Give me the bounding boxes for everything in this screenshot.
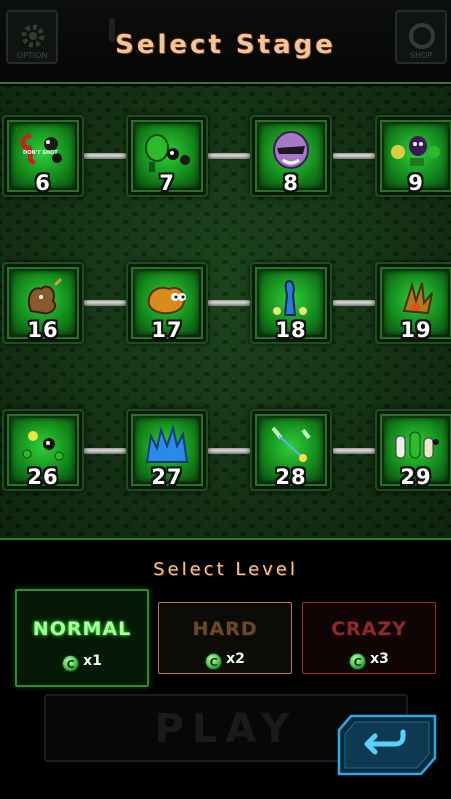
stage-number: 9 xyxy=(408,171,424,195)
shop-button[interactable]: SHOP xyxy=(395,10,447,64)
stage-connector xyxy=(208,448,250,454)
stage-art-caption: DON'T SHOT xyxy=(23,150,58,156)
back-button[interactable] xyxy=(337,714,437,776)
coin-icon: C xyxy=(349,653,367,670)
stage-tile-8[interactable]: 8 xyxy=(250,115,332,197)
coin-icon: C xyxy=(62,655,80,672)
stage-number: 27 xyxy=(151,465,183,489)
stage-connector xyxy=(333,448,375,454)
stage-number: 28 xyxy=(275,465,307,489)
difficulty-label: HARD xyxy=(192,618,258,640)
stage-connector xyxy=(208,153,250,159)
stage-tile-6[interactable]: DON'T SHOT 6 xyxy=(2,115,84,197)
coin-multiplier: Cx3 xyxy=(303,651,435,670)
stage-tile-27[interactable]: 27 xyxy=(126,409,208,491)
stage-tile-9[interactable]: 9 xyxy=(375,115,451,197)
stage-tile-18[interactable]: 18 xyxy=(250,262,332,344)
difficulty-label: NORMAL xyxy=(32,618,132,640)
page-title: Select Stage xyxy=(115,30,336,60)
select-level-panel: Select Level NORMAL Cx1 HARD Cx2 CRAZY C… xyxy=(0,542,451,799)
coin-multiplier: Cx2 xyxy=(159,651,291,670)
difficulty-crazy-button[interactable]: CRAZY Cx3 xyxy=(302,602,436,674)
stage-number: 29 xyxy=(400,465,432,489)
multiplier-value: x3 xyxy=(370,651,389,667)
coin-icon xyxy=(409,23,435,49)
stage-number: 18 xyxy=(275,318,307,342)
stage-number: 17 xyxy=(151,318,183,342)
stage-tile-28[interactable]: 28 xyxy=(250,409,332,491)
shop-label: SHOP xyxy=(409,51,433,60)
difficulty-normal-button[interactable]: NORMAL Cx1 xyxy=(15,589,149,687)
stage-number: 7 xyxy=(159,171,175,195)
stage-number: 26 xyxy=(27,465,59,489)
stage-connector xyxy=(84,153,126,159)
stage-number: 16 xyxy=(27,318,59,342)
stage-connector xyxy=(84,300,126,306)
coin-icon: C xyxy=(205,653,223,670)
difficulty-hard-button[interactable]: HARD Cx2 xyxy=(158,602,292,674)
stage-number: 19 xyxy=(400,318,432,342)
stage-tile-17[interactable]: 17 xyxy=(126,262,208,344)
coin-multiplier: Cx1 xyxy=(17,653,147,672)
stage-connector xyxy=(333,153,375,159)
stage-connector xyxy=(333,300,375,306)
stage-tile-7[interactable]: 7 xyxy=(126,115,208,197)
stage-connector xyxy=(208,300,250,306)
multiplier-value: x2 xyxy=(226,651,245,667)
multiplier-value: x1 xyxy=(83,653,102,669)
stage-tile-19[interactable]: 19 xyxy=(375,262,451,344)
return-arrow-icon xyxy=(337,714,437,776)
select-level-title: Select Level xyxy=(153,559,298,580)
top-bar: OPTION Select Stage SHOP xyxy=(0,0,451,84)
stage-tile-29[interactable]: 29 xyxy=(375,409,451,491)
stage-board[interactable]: DON'T SHOT 6 7 8 9 16 17 18 19 26 27 28 … xyxy=(0,86,451,540)
stage-connector xyxy=(84,448,126,454)
stage-number: 8 xyxy=(283,171,299,195)
stage-tile-26[interactable]: 26 xyxy=(2,409,84,491)
stage-tile-16[interactable]: 16 xyxy=(2,262,84,344)
difficulty-label: CRAZY xyxy=(331,618,407,640)
stage-number: 6 xyxy=(35,171,51,195)
